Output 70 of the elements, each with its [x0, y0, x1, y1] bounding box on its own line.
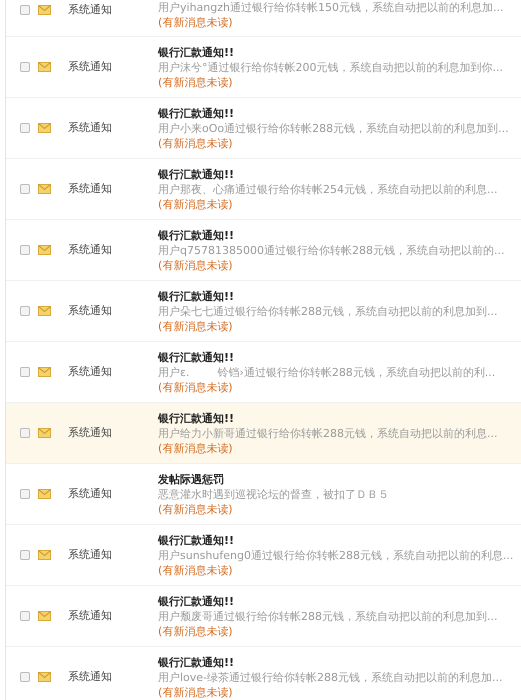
sender-label: 系统通知	[68, 120, 112, 136]
message-title[interactable]: 银行汇款通知!!	[158, 594, 498, 608]
unread-status: (有新消息未读)	[158, 15, 234, 30]
message-row[interactable]: 系统通知 银行汇款通知!! 用户那夜、心痛通过银行给你转帐254元钱，系统自动把以前的利息... (有新消息未读)	[6, 159, 521, 220]
checkbox[interactable]	[20, 611, 30, 621]
message-preview: 用户颓废哥通过银行给你转帐288元钱，系统自动把以前的利息加到...	[158, 608, 498, 624]
checkbox[interactable]	[20, 672, 30, 682]
message-title[interactable]: 银行汇款通知!!	[158, 532, 514, 548]
unread-status: (有新消息未读)	[158, 380, 234, 394]
unread-status: (有新消息未读)	[158, 136, 234, 150]
message-row[interactable]: 系统通知 银行汇款通知!! 用户颓废哥通过银行给你转帐288元钱，系统自动把以前的利息加到... (有新消息未读)	[6, 586, 521, 647]
unread-status: (有新消息未读)	[158, 624, 234, 638]
checkbox[interactable]	[20, 306, 30, 316]
checkbox[interactable]	[20, 489, 30, 499]
sender-label: 系统通知	[68, 546, 112, 563]
message-row[interactable]: 系统通知 发帖际遇惩罚 恶意灌水时遇到巡视论坛的督查，被扣了ＤＢ５ (有新消息未读)	[6, 464, 521, 525]
message-title[interactable]: 银行汇款通知!!	[158, 410, 498, 426]
message-title[interactable]: 银行汇款通知!!	[158, 44, 503, 60]
message-row[interactable]: 系统通知 银行汇款通知!! 用户小来oOo通过银行给你转帐288元钱，系统自动把以前的利息加到... (有新消息未读)	[6, 98, 521, 159]
unread-status: (有新消息未读)	[158, 562, 234, 578]
unread-status: (有新消息未读)	[158, 502, 234, 516]
sender-label: 系统通知	[68, 486, 112, 502]
message-preview: 用户yihangzh通过银行给你转帐150元钱，系统自动把以前的利息加...	[158, 0, 504, 15]
message-title[interactable]: 银行汇款通知!!	[158, 228, 504, 242]
checkbox[interactable]	[20, 428, 30, 438]
checkbox[interactable]	[20, 184, 30, 194]
unread-status: (有新消息未读)	[158, 258, 234, 272]
message-preview: 用户沫兮°通过银行给你转帐200元钱，系统自动把以前的利息加到你...	[158, 60, 503, 74]
message-preview: 用户ε. 铃铛›通过银行给你转帐288元钱，系统自动把以前的利...	[158, 364, 496, 380]
message-preview: 用户那夜、心痛通过银行给你转帐254元钱，系统自动把以前的利息...	[158, 182, 498, 196]
sender-label: 系统通知	[68, 242, 112, 258]
message-row[interactable]: 系统通知 银行汇款通知!! 用户love-绿茶通过银行给你转帐288元钱，系统自动把以前的利息加... (有新消息未读)	[6, 647, 521, 700]
checkbox[interactable]	[20, 5, 30, 16]
unread-status: (有新消息未读)	[158, 196, 234, 212]
message-title[interactable]: 银行汇款通知!!	[158, 654, 503, 670]
sender-label: 系统通知	[68, 424, 112, 441]
message-title[interactable]: 发帖际遇惩罚	[158, 472, 389, 486]
sender-label: 系统通知	[68, 302, 112, 319]
message-row[interactable]: 系统通知 银行汇款通知!! 用户朵七七通过银行给你转帐288元钱，系统自动把以前的利息加到... (有新消息未读)	[6, 281, 521, 342]
message-preview: 用户q75781385000通过银行给你转帐288元钱，系统自动把以前的...	[158, 242, 504, 258]
sender-label: 系统通知	[68, 58, 112, 75]
message-preview: 用户sunshufeng0通过银行给你转帐288元钱，系统自动把以前的利息...	[158, 548, 514, 562]
message-preview: 用户小来oOo通过银行给你转帐288元钱，系统自动把以前的利息加到...	[158, 120, 509, 136]
checkbox[interactable]	[20, 62, 30, 72]
sender-label: 系统通知	[68, 668, 112, 685]
unread-status: (有新消息未读)	[158, 440, 234, 456]
message-title[interactable]: 银行汇款通知!!	[158, 166, 498, 182]
unread-status: (有新消息未读)	[158, 74, 234, 90]
sender-label: 系统通知	[68, 2, 112, 18]
message-title[interactable]: 银行汇款通知!!	[158, 350, 496, 364]
message-row[interactable]: 系统通知 银行汇款通知!! 用户给力小新哥通过银行给你转帐288元钱，系统自动把以前的利息... (有新消息未读)	[6, 403, 521, 464]
unread-status: (有新消息未读)	[158, 318, 234, 334]
sender-label: 系统通知	[68, 180, 112, 197]
message-row[interactable]: 系统通知 用户yihangzh通过银行给你转帐150元钱，系统自动把以前的利息加... (有新消息未读)	[6, 0, 521, 37]
message-row[interactable]: 系统通知 银行汇款通知!! 用户沫兮°通过银行给你转帐200元钱，系统自动把以前的利息加到你... (有新消息未读)	[6, 37, 521, 98]
checkbox[interactable]	[20, 367, 30, 377]
sender-label: 系统通知	[68, 608, 112, 624]
checkbox[interactable]	[20, 550, 30, 560]
message-row[interactable]: 系统通知 银行汇款通知!! 用户sunshufeng0通过银行给你转帐288元钱，系统自动把以前的利息... (有新消息未读)	[6, 525, 521, 586]
message-row[interactable]: 系统通知 银行汇款通知!! 用户q75781385000通过银行给你转帐288元钱，系统自动把以前的... (有新消息未读)	[6, 220, 521, 281]
message-preview: 恶意灌水时遇到巡视论坛的督查，被扣了ＤＢ５	[158, 486, 389, 502]
message-preview: 用户朵七七通过银行给你转帐288元钱，系统自动把以前的利息加到...	[158, 304, 498, 318]
message-title[interactable]: 银行汇款通知!!	[158, 106, 509, 120]
message-preview: 用户给力小新哥通过银行给你转帐288元钱，系统自动把以前的利息...	[158, 426, 498, 440]
message-preview: 用户love-绿茶通过银行给你转帐288元钱，系统自动把以前的利息加...	[158, 670, 503, 684]
checkbox[interactable]	[20, 245, 30, 255]
message-title[interactable]: 银行汇款通知!!	[158, 288, 498, 304]
unread-status: (有新消息未读)	[158, 684, 234, 700]
checkbox[interactable]	[20, 123, 30, 133]
sender-label: 系统通知	[68, 364, 112, 380]
